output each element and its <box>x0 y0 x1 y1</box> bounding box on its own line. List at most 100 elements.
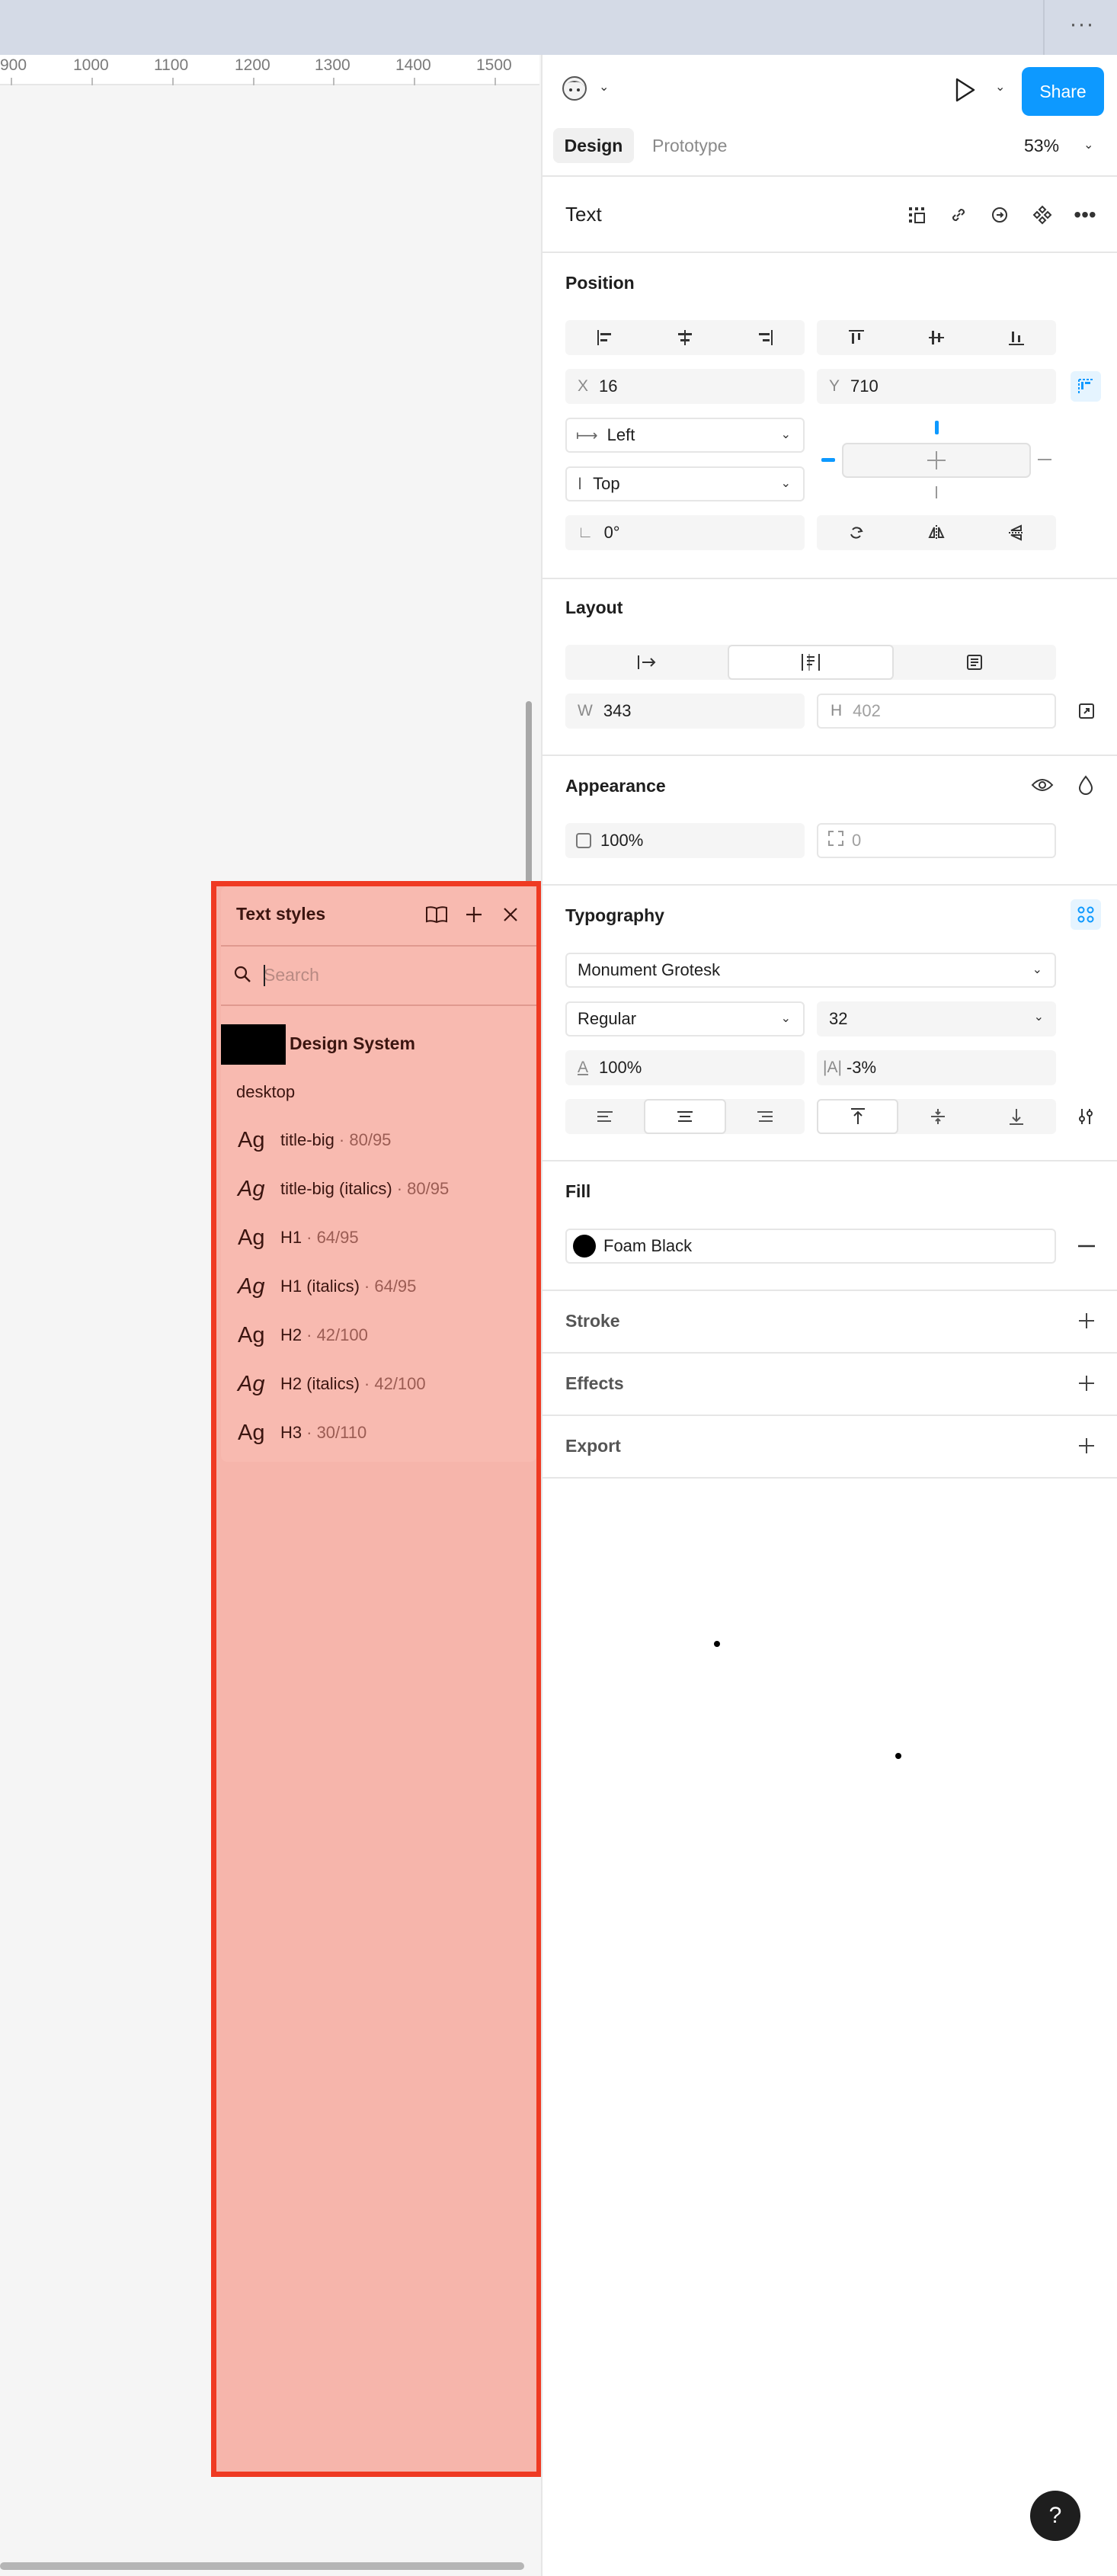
share-button[interactable]: Share <box>1022 67 1104 116</box>
text-style-item[interactable]: Ag H3 · 30/110 <box>221 1410 533 1456</box>
add-style-icon[interactable] <box>459 899 489 930</box>
text-style-item[interactable]: Ag H2 (italics) · 42/100 <box>221 1361 533 1407</box>
color-swatch[interactable] <box>573 1235 596 1258</box>
grid-select-icon[interactable] <box>901 200 932 230</box>
flip-vertical-icon[interactable] <box>976 515 1056 550</box>
chevron-down-icon[interactable]: ⌄ <box>1083 137 1093 152</box>
library-book-icon[interactable] <box>421 899 452 930</box>
text-align-middle-icon[interactable] <box>898 1099 977 1134</box>
style-name: title-big <box>280 1130 334 1149</box>
fill-style-field[interactable]: Foam Black <box>565 1229 1056 1264</box>
y-position-field[interactable]: Y 710 <box>817 369 1056 404</box>
text-style-item[interactable]: Ag title-big · 80/95 <box>221 1117 533 1163</box>
text-align-top-icon[interactable] <box>817 1099 899 1134</box>
fixed-size-icon[interactable] <box>894 645 1056 680</box>
text-styles-icon[interactable] <box>1071 899 1101 930</box>
opacity-icon <box>576 833 591 848</box>
height-value: 402 <box>853 701 881 720</box>
more-options-icon[interactable]: ··· <box>1063 13 1101 38</box>
align-left-icon[interactable] <box>565 320 645 355</box>
corner-radius-field[interactable]: 0 <box>817 823 1056 858</box>
font-weight-select[interactable]: Regular ⌄ <box>565 1001 805 1036</box>
x-value: 16 <box>599 376 618 396</box>
component-icon[interactable] <box>1027 200 1058 230</box>
align-right-icon[interactable] <box>725 320 805 355</box>
align-middle-icon[interactable] <box>897 320 977 355</box>
align-bottom-icon[interactable] <box>976 320 1056 355</box>
auto-width-icon[interactable] <box>565 645 728 680</box>
horizontal-align-group <box>565 320 805 355</box>
horizontal-constraint-select[interactable]: ⟼ Left ⌄ <box>565 418 805 453</box>
constraints-widget[interactable] <box>817 418 1056 501</box>
rotate-icon[interactable] <box>817 515 897 550</box>
horizontal-ruler: 900 1000 1100 1200 1300 1400 1500 <box>0 55 539 85</box>
section-title-stroke[interactable]: Stroke <box>565 1311 620 1331</box>
search-placeholder: Search <box>264 965 319 985</box>
remove-fill-icon[interactable] <box>1071 1231 1102 1261</box>
flip-horizontal-icon[interactable] <box>897 515 977 550</box>
width-field[interactable]: W 343 <box>565 694 805 729</box>
add-export-icon[interactable] <box>1071 1431 1102 1461</box>
chevron-down-icon[interactable]: ⌄ <box>599 79 609 95</box>
avatar[interactable] <box>559 73 590 107</box>
ignore-auto-layout-icon[interactable] <box>1071 371 1101 402</box>
line-height-field[interactable]: A 100% <box>565 1050 805 1085</box>
more-options-icon[interactable]: ••• <box>1070 200 1100 230</box>
text-align-bottom-icon[interactable] <box>978 1099 1056 1134</box>
tab-prototype[interactable]: Prototype <box>652 136 727 156</box>
style-meta: · 30/110 <box>306 1423 367 1442</box>
line-height-value: 100% <box>599 1058 642 1077</box>
text-style-item[interactable]: Ag H1 (italics) · 64/95 <box>221 1264 533 1309</box>
search-input[interactable]: Search <box>259 959 526 994</box>
link-icon[interactable] <box>943 200 974 230</box>
section-title-appearance: Appearance <box>565 776 666 796</box>
add-effect-icon[interactable] <box>1071 1368 1102 1399</box>
text-style-item[interactable]: Ag title-big (italics) · 80/95 <box>221 1166 533 1212</box>
letter-spacing-field[interactable]: |A| -3% <box>817 1050 1056 1085</box>
blend-mode-icon[interactable] <box>1071 770 1101 800</box>
rotation-value: 0° <box>603 523 620 542</box>
vertical-scrollbar[interactable] <box>526 701 532 884</box>
type-settings-icon[interactable] <box>1071 1101 1101 1132</box>
help-button[interactable]: ? <box>1030 2491 1080 2541</box>
rotation-field[interactable]: ∟ 0° <box>565 515 805 550</box>
font-family-value: Monument Grotesk <box>578 960 721 979</box>
ruler-label: 1400 <box>395 56 431 74</box>
align-top-icon[interactable] <box>817 320 897 355</box>
section-title-effects[interactable]: Effects <box>565 1373 624 1394</box>
vertical-constraint-select[interactable]: I Top ⌄ <box>565 466 805 501</box>
close-icon[interactable] <box>495 899 526 930</box>
rotation-icon: ∟ <box>578 524 594 541</box>
opacity-field[interactable]: 100% <box>565 823 805 858</box>
zoom-level[interactable]: 53% <box>1024 136 1059 156</box>
section-title-position: Position <box>565 273 635 293</box>
opacity-value: 100% <box>600 831 644 850</box>
horizontal-constraint-icon: ⟼ <box>576 427 598 444</box>
x-position-field[interactable]: X 16 <box>565 369 805 404</box>
section-title-export[interactable]: Export <box>565 1436 621 1456</box>
ruler-tick <box>253 78 254 85</box>
component-instance-icon[interactable] <box>984 200 1015 230</box>
add-stroke-icon[interactable] <box>1071 1306 1102 1336</box>
text-align-left-icon[interactable] <box>565 1099 644 1134</box>
align-center-horizontal-icon[interactable] <box>645 320 725 355</box>
play-icon[interactable] <box>952 76 980 107</box>
font-family-select[interactable]: Monument Grotesk ⌄ <box>565 953 1056 988</box>
style-preview: Ag <box>238 1127 265 1152</box>
text-style-item[interactable]: Ag H2 · 42/100 <box>221 1312 533 1358</box>
chevron-down-icon[interactable]: ⌄ <box>995 79 1005 95</box>
resize-to-fit-icon[interactable] <box>1071 696 1102 726</box>
tab-design[interactable]: Design <box>553 128 634 163</box>
text-align-right-icon[interactable] <box>726 1099 805 1134</box>
library-thumbnail <box>221 1024 286 1065</box>
eye-icon[interactable] <box>1027 770 1058 800</box>
auto-height-icon[interactable] <box>728 645 894 680</box>
style-preview: Ag <box>238 1322 265 1347</box>
horizontal-scrollbar[interactable] <box>0 2562 524 2570</box>
height-field[interactable]: H 402 <box>817 694 1056 729</box>
font-size-field[interactable]: 32 ⌄ <box>817 1001 1056 1036</box>
text-style-item[interactable]: Ag H1 · 64/95 <box>221 1215 533 1261</box>
text-align-center-icon[interactable] <box>644 1099 726 1134</box>
letter-spacing-icon: |A| <box>823 1059 842 1076</box>
transform-group <box>817 515 1056 550</box>
